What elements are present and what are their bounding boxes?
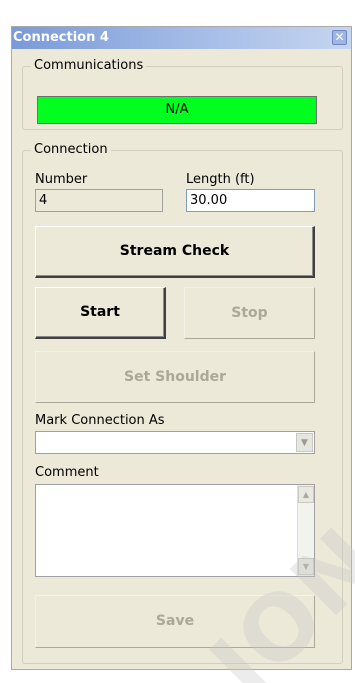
stream-check-button[interactable]: Stream Check	[35, 226, 315, 278]
mark-connection-as-dropdown[interactable]: ▼	[35, 431, 315, 454]
scroll-down-icon[interactable]: ▼	[298, 558, 314, 575]
connection-window: Connection 4 ✕ Communications N/A Connec…	[11, 26, 352, 670]
number-field: 4	[35, 189, 163, 212]
window-title: Connection 4	[13, 30, 109, 45]
start-button[interactable]: Start	[35, 287, 166, 339]
number-label: Number	[35, 172, 88, 187]
connection-group-label: Connection	[31, 142, 111, 158]
save-button[interactable]: Save	[35, 595, 315, 648]
connection-group: Connection Number 4 Length (ft) 30.00 St…	[22, 142, 343, 664]
comment-textarea[interactable]: ▲ ▼	[35, 484, 315, 577]
chevron-down-icon[interactable]: ▼	[296, 433, 313, 452]
comment-scrollbar[interactable]: ▲ ▼	[297, 485, 314, 576]
title-bar[interactable]: Connection 4 ✕	[12, 27, 351, 49]
set-shoulder-button[interactable]: Set Shoulder	[35, 351, 315, 403]
communications-group-label: Communications	[31, 58, 147, 74]
length-field[interactable]: 30.00	[186, 189, 315, 212]
comment-label: Comment	[35, 465, 99, 480]
scroll-up-icon[interactable]: ▲	[298, 486, 314, 503]
stop-button[interactable]: Stop	[184, 287, 315, 339]
communications-status-indicator: N/A	[37, 96, 317, 124]
length-label: Length (ft)	[186, 172, 255, 187]
close-icon[interactable]: ✕	[332, 30, 347, 45]
communications-group: Communications N/A	[22, 58, 343, 130]
mark-connection-as-label: Mark Connection As	[35, 413, 165, 428]
